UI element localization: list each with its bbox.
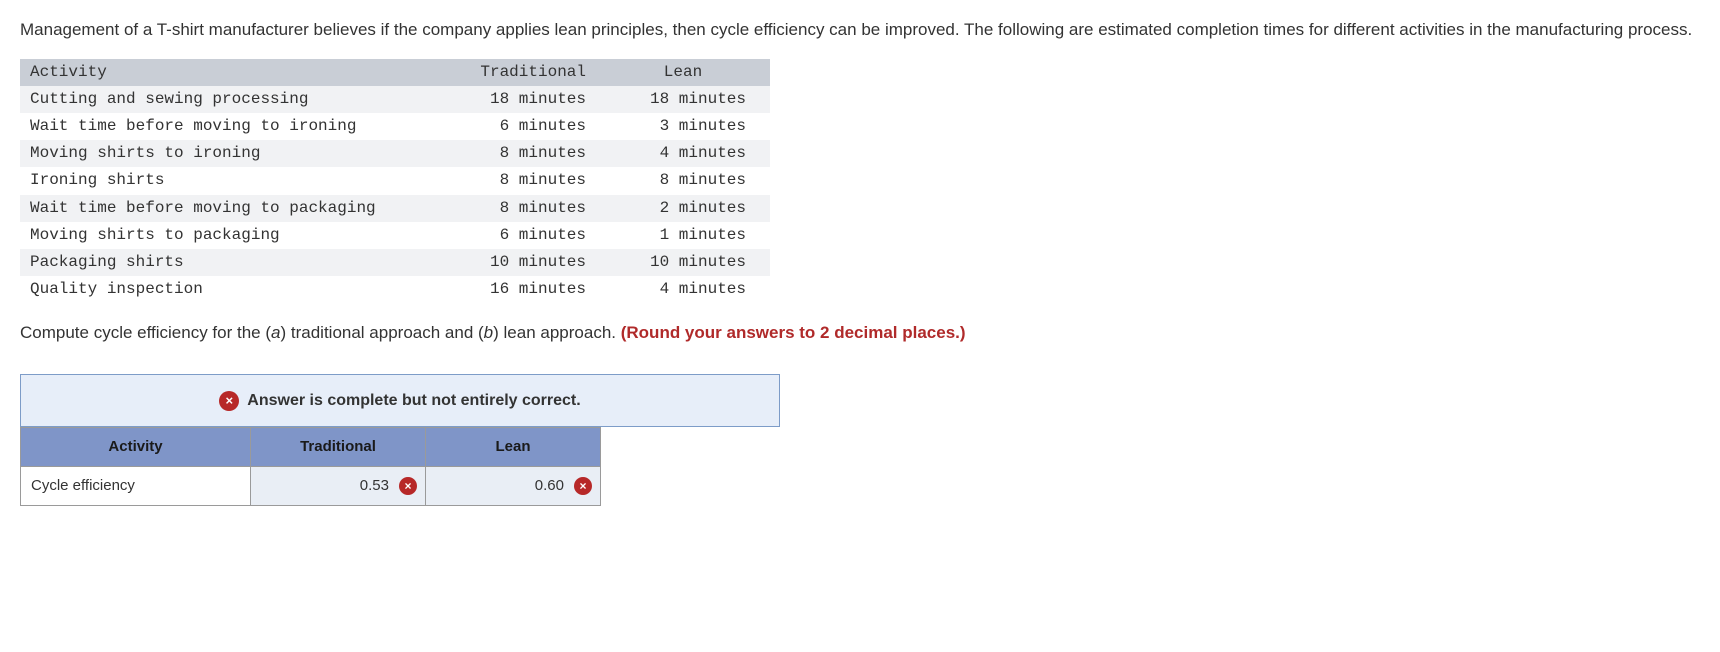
table-row: Packaging shirts 10 minutes 10 minutes xyxy=(20,249,770,276)
incorrect-icon: × xyxy=(219,391,239,411)
cell-traditional: 8 minutes xyxy=(450,167,610,194)
cell-traditional: 16 minutes xyxy=(450,276,610,303)
activity-times-table: Activity Traditional Lean Cutting and se… xyxy=(20,59,770,304)
answer-header-traditional: Traditional xyxy=(251,428,426,467)
cell-lean: 2 minutes xyxy=(610,195,770,222)
header-traditional: Traditional xyxy=(450,59,610,86)
question-prompt: Compute cycle efficiency for the (a) tra… xyxy=(20,321,1700,346)
cell-lean: 1 minutes xyxy=(610,222,770,249)
cell-activity: Quality inspection xyxy=(20,276,450,303)
cell-lean: 4 minutes xyxy=(610,276,770,303)
cell-activity: Wait time before moving to packaging xyxy=(20,195,450,222)
cell-traditional: 8 minutes xyxy=(450,140,610,167)
cell-activity: Packaging shirts xyxy=(20,249,450,276)
cell-activity: Moving shirts to ironing xyxy=(20,140,450,167)
answer-lean-cell[interactable]: 0.60 × xyxy=(426,466,601,505)
feedback-banner: × Answer is complete but not entirely co… xyxy=(20,374,780,427)
answer-table: Activity Traditional Lean Cycle efficien… xyxy=(20,427,601,506)
answer-header-lean: Lean xyxy=(426,428,601,467)
answer-lean-value: 0.60 xyxy=(535,477,564,494)
cell-activity: Cutting and sewing processing xyxy=(20,86,450,113)
header-lean: Lean xyxy=(610,59,770,86)
cell-activity: Wait time before moving to ironing xyxy=(20,113,450,140)
prompt-pre: Compute cycle efficiency for the ( xyxy=(20,323,271,342)
answer-row-label: Cycle efficiency xyxy=(21,466,251,505)
cell-traditional: 6 minutes xyxy=(450,222,610,249)
answer-traditional-value: 0.53 xyxy=(360,477,389,494)
header-activity: Activity xyxy=(20,59,450,86)
table-row: Wait time before moving to ironing 6 min… xyxy=(20,113,770,140)
incorrect-icon: × xyxy=(574,477,592,495)
prompt-mid1: ) traditional approach and ( xyxy=(280,323,483,342)
intro-text: Management of a T-shirt manufacturer bel… xyxy=(20,18,1700,43)
incorrect-icon: × xyxy=(399,477,417,495)
answer-header-row: Activity Traditional Lean xyxy=(21,428,601,467)
table-row: Ironing shirts 8 minutes 8 minutes xyxy=(20,167,770,194)
cell-activity: Moving shirts to packaging xyxy=(20,222,450,249)
prompt-b: b xyxy=(484,323,493,342)
answer-row: Cycle efficiency 0.53 × 0.60 × xyxy=(21,466,601,505)
table-row: Moving shirts to ironing 8 minutes 4 min… xyxy=(20,140,770,167)
cell-lean: 3 minutes xyxy=(610,113,770,140)
cell-lean: 18 minutes xyxy=(610,86,770,113)
feedback-message: Answer is complete but not entirely corr… xyxy=(247,389,580,412)
cell-traditional: 6 minutes xyxy=(450,113,610,140)
cell-activity: Ironing shirts xyxy=(20,167,450,194)
table-row: Moving shirts to packaging 6 minutes 1 m… xyxy=(20,222,770,249)
answer-header-activity: Activity xyxy=(21,428,251,467)
cell-lean: 4 minutes xyxy=(610,140,770,167)
table-row: Cutting and sewing processing 18 minutes… xyxy=(20,86,770,113)
table-row: Wait time before moving to packaging 8 m… xyxy=(20,195,770,222)
cell-traditional: 10 minutes xyxy=(450,249,610,276)
cell-traditional: 8 minutes xyxy=(450,195,610,222)
prompt-rounding-note: (Round your answers to 2 decimal places.… xyxy=(621,323,966,342)
answer-traditional-cell[interactable]: 0.53 × xyxy=(251,466,426,505)
cell-lean: 8 minutes xyxy=(610,167,770,194)
table-row: Quality inspection 16 minutes 4 minutes xyxy=(20,276,770,303)
table-header-row: Activity Traditional Lean xyxy=(20,59,770,86)
cell-lean: 10 minutes xyxy=(610,249,770,276)
prompt-mid2: ) lean approach. xyxy=(493,323,621,342)
cell-traditional: 18 minutes xyxy=(450,86,610,113)
